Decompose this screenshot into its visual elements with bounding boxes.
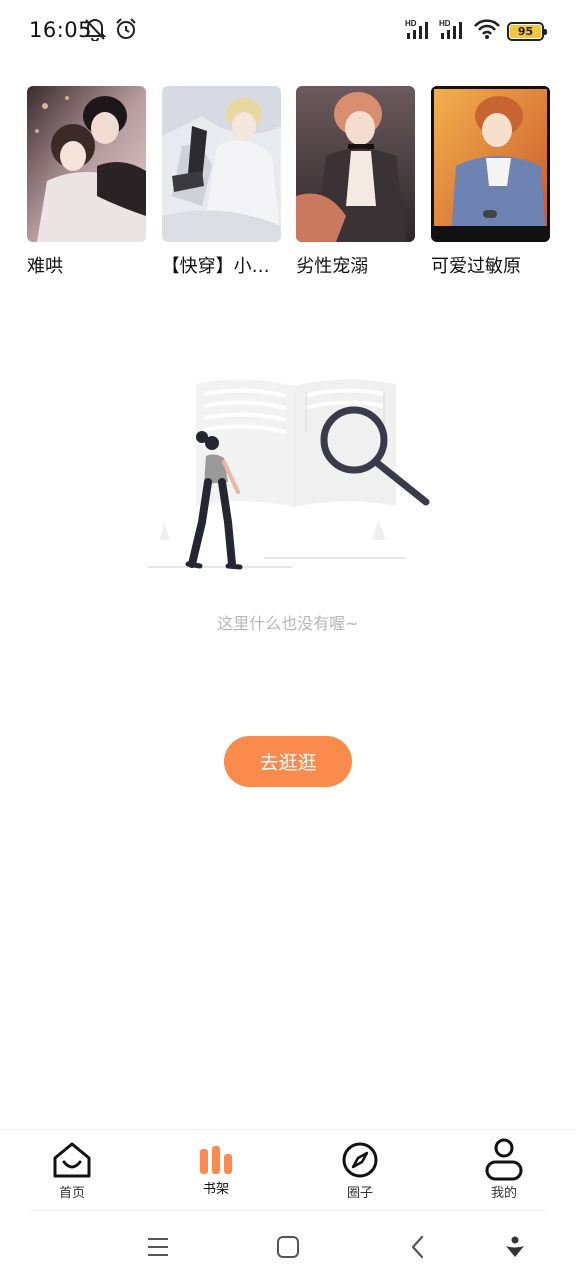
tab-profile[interactable]: 我的 [454, 1130, 554, 1212]
status-bar: 16:05 HD HD 95 [0, 0, 576, 60]
book-title: 难哄 [27, 256, 63, 277]
menu-icon[interactable] [143, 1232, 173, 1262]
bookshelf-icon [196, 1144, 236, 1176]
svg-text:HD: HD [405, 19, 417, 28]
bottom-tab-bar: 首页 书架 圈子 我的 [0, 1129, 576, 1211]
tab-circle[interactable]: 圈子 [310, 1130, 410, 1212]
tab-bookshelf[interactable]: 书架 [166, 1130, 266, 1212]
book-cover[interactable] [27, 86, 146, 242]
tab-label: 书架 [202, 1182, 229, 1197]
tab-home[interactable]: 首页 [22, 1130, 122, 1212]
home-icon [52, 1140, 92, 1180]
tab-label: 我的 [490, 1186, 517, 1201]
browse-button[interactable]: 去逛逛 [224, 736, 352, 787]
battery-level: 95 [510, 24, 541, 38]
tab-label: 圈子 [346, 1186, 373, 1201]
book-item[interactable]: 劣性宠溺 [296, 86, 416, 278]
status-time: 16:05 [29, 18, 93, 42]
alarm-icon [114, 17, 138, 45]
home-square-icon[interactable] [273, 1232, 303, 1262]
system-nav-bar [0, 1212, 576, 1280]
back-icon[interactable] [403, 1232, 433, 1262]
book-cover[interactable] [161, 86, 281, 242]
compass-icon [340, 1140, 380, 1180]
empty-illustration [144, 372, 434, 572]
assistant-icon[interactable] [500, 1232, 530, 1262]
tab-label: 首页 [58, 1186, 85, 1201]
signal-hd-icon: HD [439, 18, 467, 44]
book-item[interactable]: 可爱过敏原 [430, 86, 550, 278]
book-title: 可爱过敏原 [430, 256, 521, 277]
divider [30, 1210, 546, 1211]
book-title: 【快穿】小… [161, 256, 270, 277]
empty-message: 这里什么也没有喔~ [217, 614, 359, 633]
svg-text:HD: HD [439, 19, 451, 28]
bell-muted-icon [83, 17, 107, 45]
book-cover[interactable] [296, 86, 416, 242]
book-item[interactable]: 【快穿】小… [161, 86, 281, 278]
wifi-icon [473, 18, 501, 44]
book-title: 劣性宠溺 [296, 256, 369, 277]
book-cover[interactable] [430, 86, 550, 242]
profile-icon [484, 1138, 524, 1181]
signal-hd-icon: HD [405, 18, 433, 44]
book-item[interactable]: 难哄 [27, 86, 146, 278]
battery-icon: 95 [507, 21, 547, 41]
bookshelf-list: 难哄 【快穿】小… 劣性宠溺 可爱过敏原 [27, 86, 550, 278]
